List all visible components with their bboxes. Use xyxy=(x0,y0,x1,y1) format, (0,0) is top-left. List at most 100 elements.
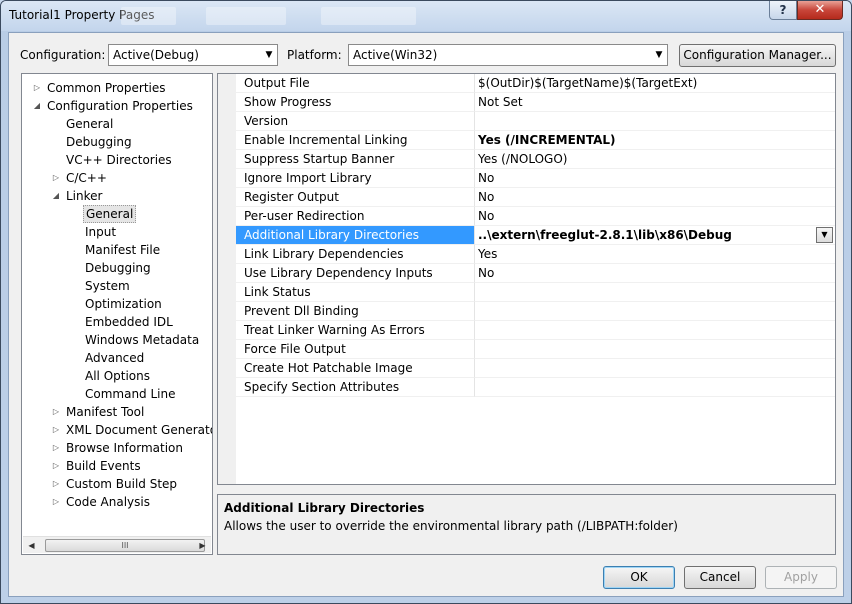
tree-item-linker-command-line[interactable]: Command Line xyxy=(85,385,176,403)
expand-icon[interactable]: ▷ xyxy=(32,79,42,97)
collapse-icon[interactable]: ◢ xyxy=(32,97,42,115)
property-row[interactable]: Register Output No xyxy=(236,188,835,207)
property-name[interactable]: Create Hot Patchable Image xyxy=(236,359,475,378)
property-name[interactable]: Force File Output xyxy=(236,340,475,359)
property-tree[interactable]: ▷ Common Properties ◢ Configuration Prop… xyxy=(21,73,213,555)
property-value[interactable]: ..\extern\freeglut-2.8.1\lib\x86\Debug ▼ xyxy=(475,226,835,245)
property-row[interactable]: Treat Linker Warning As Errors xyxy=(236,321,835,340)
property-value[interactable]: No xyxy=(475,188,835,207)
property-name[interactable]: Prevent Dll Binding xyxy=(236,302,475,321)
platform-combo[interactable]: Active(Win32) ▼ xyxy=(348,44,668,66)
property-row[interactable]: Prevent Dll Binding xyxy=(236,302,835,321)
property-value[interactable] xyxy=(475,283,835,302)
property-name[interactable]: Ignore Import Library xyxy=(236,169,475,188)
property-value[interactable]: $(OutDir)$(TargetName)$(TargetExt) xyxy=(475,74,835,93)
property-name[interactable]: Suppress Startup Banner xyxy=(236,150,475,169)
property-row[interactable]: Output File $(OutDir)$(TargetName)$(Targe… xyxy=(236,74,835,93)
property-name[interactable]: Per-user Redirection xyxy=(236,207,475,226)
tree-item-linker-debugging[interactable]: Debugging xyxy=(85,259,151,277)
property-name[interactable]: Version xyxy=(236,112,475,131)
property-value[interactable]: No xyxy=(475,169,835,188)
tree-item-linker-manifest-file[interactable]: Manifest File xyxy=(85,241,160,259)
ok-button[interactable]: OK xyxy=(603,566,675,589)
tree-item-linker[interactable]: Linker xyxy=(66,187,102,205)
property-row[interactable]: Show Progress Not Set xyxy=(236,93,835,112)
scroll-right-icon[interactable]: ▶ xyxy=(194,537,211,554)
property-name[interactable]: Use Library Dependency Inputs xyxy=(236,264,475,283)
tree-item-build-events[interactable]: Build Events xyxy=(66,457,141,475)
property-value[interactable]: No xyxy=(475,207,835,226)
property-value[interactable] xyxy=(475,302,835,321)
tree-item-linker-input[interactable]: Input xyxy=(85,223,116,241)
property-name[interactable]: Treat Linker Warning As Errors xyxy=(236,321,475,340)
tree-item-common-properties[interactable]: Common Properties xyxy=(47,79,166,97)
tree-item-configuration-properties[interactable]: Configuration Properties xyxy=(47,97,193,115)
property-name[interactable]: Output File xyxy=(236,74,475,93)
close-button[interactable]: ✕ xyxy=(797,1,843,20)
scroll-thumb[interactable]: III xyxy=(45,539,205,552)
property-value[interactable] xyxy=(475,112,835,131)
tree-item-debugging[interactable]: Debugging xyxy=(66,133,132,151)
scroll-left-icon[interactable]: ◀ xyxy=(23,537,40,554)
property-row[interactable]: Use Library Dependency Inputs No xyxy=(236,264,835,283)
expand-icon[interactable]: ▷ xyxy=(51,439,61,457)
property-row[interactable]: Link Status xyxy=(236,283,835,302)
property-value[interactable] xyxy=(475,340,835,359)
property-value[interactable]: Not Set xyxy=(475,93,835,112)
tree-item-linker-windows-metadata[interactable]: Windows Metadata xyxy=(85,331,199,349)
property-row[interactable]: Link Library Dependencies Yes xyxy=(236,245,835,264)
property-value[interactable]: Yes (/NOLOGO) xyxy=(475,150,835,169)
property-name[interactable]: Additional Library Directories xyxy=(236,226,475,245)
property-value[interactable]: Yes (/INCREMENTAL) xyxy=(475,131,835,150)
tree-item-browse-information[interactable]: Browse Information xyxy=(66,439,183,457)
property-row[interactable]: Per-user Redirection No xyxy=(236,207,835,226)
expand-icon[interactable]: ▷ xyxy=(51,403,61,421)
configuration-manager-button[interactable]: Configuration Manager... xyxy=(679,44,836,67)
property-value[interactable] xyxy=(475,321,835,340)
property-row[interactable]: Suppress Startup Banner Yes (/NOLOGO) xyxy=(236,150,835,169)
property-value[interactable]: Yes xyxy=(475,245,835,264)
tree-item-linker-optimization[interactable]: Optimization xyxy=(85,295,162,313)
tree-item-vcpp-directories[interactable]: VC++ Directories xyxy=(66,151,172,169)
apply-button[interactable]: Apply xyxy=(765,566,837,589)
tree-item-linker-general[interactable]: General xyxy=(83,205,137,223)
property-value[interactable]: No xyxy=(475,264,835,283)
property-grid[interactable]: Output File $(OutDir)$(TargetName)$(Targe… xyxy=(217,73,836,485)
property-row[interactable]: Enable Incremental Linking Yes (/INCREMEN… xyxy=(236,131,835,150)
property-row[interactable]: Additional Library Directories ..\extern\… xyxy=(236,226,835,245)
expand-icon[interactable]: ▷ xyxy=(51,475,61,493)
property-value[interactable] xyxy=(475,359,835,378)
property-name[interactable]: Register Output xyxy=(236,188,475,207)
tree-item-xml-document-generator[interactable]: XML Document Generator xyxy=(66,421,212,439)
tree-item-linker-advanced[interactable]: Advanced xyxy=(85,349,144,367)
property-row[interactable]: Specify Section Attributes xyxy=(236,378,835,397)
tree-item-linker-system[interactable]: System xyxy=(85,277,130,295)
cancel-button[interactable]: Cancel xyxy=(684,566,756,589)
property-row[interactable]: Force File Output xyxy=(236,340,835,359)
horizontal-scrollbar[interactable]: ◀ III ▶ xyxy=(23,536,211,553)
tree-item-linker-all-options[interactable]: All Options xyxy=(85,367,150,385)
property-row[interactable]: Version xyxy=(236,112,835,131)
help-button[interactable]: ? xyxy=(769,1,797,20)
property-name[interactable]: Link Library Dependencies xyxy=(236,245,475,264)
property-name[interactable]: Enable Incremental Linking xyxy=(236,131,475,150)
title-bar[interactable]: Tutorial1 Property Pages ? ✕ xyxy=(1,1,851,31)
property-name[interactable]: Show Progress xyxy=(236,93,475,112)
expand-icon[interactable]: ▷ xyxy=(51,457,61,475)
property-name[interactable]: Specify Section Attributes xyxy=(236,378,475,397)
tree-item-linker-embedded-idl[interactable]: Embedded IDL xyxy=(85,313,173,331)
tree-item-code-analysis[interactable]: Code Analysis xyxy=(66,493,150,511)
tree-item-general[interactable]: General xyxy=(66,115,113,133)
tree-item-cpp[interactable]: C/C++ xyxy=(66,169,107,187)
tree-item-custom-build-step[interactable]: Custom Build Step xyxy=(66,475,177,493)
chevron-down-icon[interactable]: ▼ xyxy=(816,227,833,243)
tree-item-manifest-tool[interactable]: Manifest Tool xyxy=(66,403,144,421)
configuration-combo[interactable]: Active(Debug) ▼ xyxy=(108,44,278,66)
collapse-icon[interactable]: ◢ xyxy=(51,187,61,205)
expand-icon[interactable]: ▷ xyxy=(51,169,61,187)
property-row[interactable]: Ignore Import Library No xyxy=(236,169,835,188)
expand-icon[interactable]: ▷ xyxy=(51,493,61,511)
property-value[interactable] xyxy=(475,378,835,397)
expand-icon[interactable]: ▷ xyxy=(51,421,61,439)
property-name[interactable]: Link Status xyxy=(236,283,475,302)
